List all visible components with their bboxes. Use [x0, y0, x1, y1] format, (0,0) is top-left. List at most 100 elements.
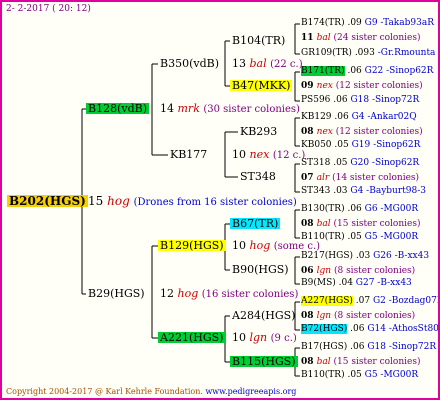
gen3-e-queen[interactable]: B67(TR) [230, 218, 281, 229]
gen4-mating-note: (8 sister colonies) [333, 266, 416, 276]
root-note: (Drones from 16 sister colonies) [133, 197, 297, 208]
gen4-mating-row: 08 lgn (8 sister colonies) [301, 312, 415, 321]
gen4-reference: G9 -Takab93aR [364, 18, 434, 28]
gen4-queen-name[interactable]: KB050 [301, 140, 332, 150]
gen4-inbreeding: .05 [330, 158, 351, 168]
gen4-reference: G18 -Sinop72R [350, 95, 420, 105]
gen4-queen-name[interactable]: B217(HGS) [301, 251, 353, 261]
gen4-queen-row: PS596 .06 G18 -Sinop72R [301, 96, 419, 105]
gen4-queen-row: B17(HGS) .06 G18 -Sinop72R [301, 343, 436, 352]
gen2-a-code: bal [249, 57, 267, 70]
gen4-queen-name[interactable]: ST318 [301, 158, 330, 168]
gen4-queen-name[interactable]: B9(MS) [301, 278, 336, 288]
gen3-c-queen[interactable]: KB293 [238, 126, 279, 137]
gen3-h-queen[interactable]: B115(HGS) [230, 356, 298, 367]
gen4-queen-row: B130(TR) .06 G6 -MG00R [301, 205, 418, 214]
gen4-mating-row: 07 alr (14 sister colonies) [301, 174, 419, 183]
gen4-mating-note: (8 sister colonies) [333, 311, 416, 321]
gen4-queen-row: A227(HGS) .07 G2 -Bozdag07R [301, 296, 440, 306]
gen4-queen-row: B110(TR) .05 G5 -MG00R [301, 233, 418, 242]
gen4-queen-row: B72(HGS) .06 G14 -AthosSt80R [301, 324, 438, 334]
gen4-queen-name[interactable]: B110(TR) [301, 232, 345, 242]
gen4-inbreeding: .03 [353, 251, 374, 261]
gen3-d-queen[interactable]: ST348 [238, 171, 278, 182]
gen4-reference: G18 -Sinop72R [367, 342, 437, 352]
gen4-mating-num: 11 [301, 33, 317, 43]
gen2-b-queen[interactable]: KB177 [168, 149, 209, 160]
gen4-queen-row: B9(MS) .04 G27 -B-xx43 [301, 279, 412, 288]
gen4-reference: G4 -Bayburt98-3 [350, 186, 426, 196]
gen4-mating-num: 08 [301, 127, 317, 137]
gen4-inbreeding: .05 [344, 370, 365, 380]
gen2-c-code: hog [249, 239, 271, 252]
gen3-g-queen[interactable]: A284(HGS) [230, 310, 297, 321]
gen4-reference: G4 -Ankar02Q [351, 112, 417, 122]
gen4-queen-name[interactable]: A227(HGS) [301, 296, 353, 306]
gen4-reference: G2 -Bozdag07R [372, 296, 440, 306]
gen1-lower-num: 12 [160, 287, 174, 300]
gen4-reference: G26 -B-xx43 [373, 251, 430, 261]
gen1-upper-queen[interactable]: B128(vdB) [86, 103, 150, 114]
gen4-inbreeding: .06 [344, 204, 365, 214]
gen4-mating-row: 09 nex (12 sister colonies) [301, 82, 423, 91]
gen4-queen-row: KB050 .05 G19 -Sinop62R [301, 141, 420, 150]
gen4-mating-note: (12 sister colonies) [335, 81, 423, 91]
gen2-d-code: lgn [249, 331, 268, 344]
gen4-inbreeding: .093 [351, 48, 378, 58]
gen4-mating-code: bal [316, 357, 334, 367]
root-queen[interactable]: B202(HGS) [7, 195, 88, 207]
gen4-queen-name[interactable]: KB129 [301, 112, 332, 122]
gen2-a-queen[interactable]: B350(vdB) [158, 58, 221, 69]
gen2-d-queen[interactable]: A221(HGS) [158, 332, 226, 343]
gen4-mating-note: (15 sister colonies) [333, 357, 421, 367]
gen4-queen-name[interactable]: B174(TR) [301, 18, 345, 28]
gen3-f-queen[interactable]: B90(HGS) [230, 264, 291, 275]
gen4-mating-num: 08 [301, 311, 317, 321]
gen3-b-queen[interactable]: B47(MKK) [230, 80, 293, 91]
gen4-queen-row: B110(TR) .05 G5 -MG00R [301, 371, 418, 380]
gen4-mating-row: 08 nex (12 sister colonies) [301, 128, 423, 137]
gen4-mating-code: bal [316, 219, 334, 229]
gen4-reference: G27 -B-xx43 [355, 278, 412, 288]
gen4-queen-name[interactable]: B130(TR) [301, 204, 345, 214]
gen4-queen-row: B217(HGS) .03 G26 -B-xx43 [301, 252, 429, 261]
gen4-queen-name[interactable]: GR109(TR) [301, 48, 352, 58]
gen4-queen-name[interactable]: B17(HGS) [301, 342, 347, 352]
gen4-queen-name[interactable]: PS596 [301, 95, 330, 105]
gen4-queen-name[interactable]: B110(TR) [301, 370, 345, 380]
gen4-mating-num: 09 [301, 81, 317, 91]
root-num: 15 [88, 194, 104, 208]
gen2-c-queen[interactable]: B129(HGS) [158, 240, 226, 251]
gen4-queen-name[interactable]: ST343 [301, 186, 330, 196]
footer-copyright: Copyright 2004-2017 @ Karl Kehrle Founda… [6, 387, 203, 396]
gen2-c-num: 10 [232, 239, 246, 252]
gen4-mating-code: nex [316, 81, 336, 91]
gen4-mating-note: (14 sister colonies) [332, 173, 420, 183]
gen4-queen-row: ST318 .05 G20 -Sinop62R [301, 159, 419, 168]
gen4-inbreeding: .04 [335, 278, 356, 288]
gen2-d-num: 10 [232, 331, 246, 344]
gen1-upper-mating: 14 mrk (30 sister colonies) [160, 103, 300, 115]
gen4-reference: G19 -Sinop62R [351, 140, 421, 150]
gen4-mating-num: 06 [301, 266, 317, 276]
gen4-mating-note: (15 sister colonies) [333, 219, 421, 229]
gen4-queen-name[interactable]: B171(TR) [301, 66, 345, 76]
gen3-a-queen[interactable]: B104(TR) [230, 35, 287, 46]
gen4-reference: -Gr.Rmounta [377, 48, 436, 58]
gen4-mating-note: (24 sister colonies) [333, 33, 421, 43]
gen4-queen-row: B174(TR) .09 G9 -Takab93aR [301, 19, 434, 28]
gen2-b-mating: 10 nex (12 c.) [232, 149, 305, 161]
gen1-lower-queen[interactable]: B29(HGS) [86, 288, 147, 299]
gen4-mating-num: 08 [301, 219, 317, 229]
gen4-mating-num: 08 [301, 357, 317, 367]
gen1-upper-num: 14 [160, 102, 174, 115]
gen4-mating-note: (12 sister colonies) [335, 127, 423, 137]
gen4-inbreeding: .07 [352, 296, 373, 306]
gen4-inbreeding: .05 [344, 232, 365, 242]
gen4-queen-name[interactable]: B72(HGS) [301, 324, 348, 334]
footer-url[interactable]: www.pedigreeapis.org [205, 387, 296, 396]
gen4-inbreeding: .06 [347, 342, 368, 352]
pedigree-frame: 2- 2-2017 ( 20: 12) B202(HGS) 15 hog (Dr… [0, 0, 440, 400]
gen2-b-code: nex [249, 148, 270, 161]
gen2-d-note: (9 c.) [270, 333, 297, 344]
